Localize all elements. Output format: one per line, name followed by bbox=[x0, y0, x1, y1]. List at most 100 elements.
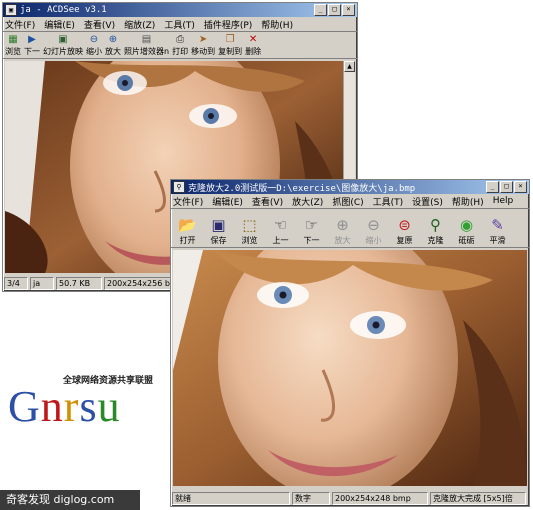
toolbar-button-3[interactable]: ⊖ 缩小 bbox=[86, 33, 102, 57]
menu-item-2[interactable]: 查看(V) bbox=[252, 195, 283, 208]
menu-item-6[interactable]: 帮助(H) bbox=[261, 18, 293, 31]
app-icon: ⚲ bbox=[173, 181, 185, 193]
toolbar-button-10[interactable]: ✎ 平滑 bbox=[483, 216, 512, 246]
menu-item-5[interactable]: 插件程序(P) bbox=[204, 18, 252, 31]
app-icon: ▣ bbox=[5, 4, 17, 16]
menu-item-3[interactable]: 缩放(Z) bbox=[124, 18, 155, 31]
status-field-0: 就绪 bbox=[172, 491, 290, 505]
menu-item-3[interactable]: 放大(Z) bbox=[292, 195, 323, 208]
browse-icon: ⬚ bbox=[242, 216, 257, 234]
menu-item-6[interactable]: 设置(S) bbox=[412, 195, 443, 208]
toolbar-button-8[interactable]: ⚲ 克隆 bbox=[421, 216, 450, 246]
toolbar-button-8[interactable]: ❐ 复制到 bbox=[218, 33, 242, 57]
status-field-3: 克隆放大完成 [5x5]倍 bbox=[430, 491, 526, 505]
logo-letter-4: u bbox=[97, 382, 121, 431]
menu-item-0[interactable]: 文件(F) bbox=[173, 195, 203, 208]
sharpen-icon: ◉ bbox=[459, 216, 474, 234]
logo-wordmark: Gnrsu bbox=[8, 381, 121, 432]
scroll-up-arrow[interactable]: ▲ bbox=[344, 61, 355, 72]
toolbar: ▦ 浏览 ▶ 下一 ▣ 幻灯片放映 ⊖ 缩小 ⊕ 放大 ▤ 照片增效器n ⎙ 打印 ➤ 移动到 ❐ 复制到 ✕ 删除 bbox=[3, 32, 357, 59]
photo-view bbox=[173, 250, 527, 486]
menu-item-1[interactable]: 编辑(E) bbox=[212, 195, 243, 208]
copy-to-icon: ❐ bbox=[225, 33, 235, 45]
toolbar-button-label: 下一 bbox=[24, 47, 40, 56]
toolbar-button-6[interactable]: ⎙ 打印 bbox=[172, 33, 188, 57]
status-field-2: 200x254x248 bmp bbox=[332, 491, 428, 505]
toolbar-button-7[interactable]: ⊜ 复原 bbox=[390, 216, 419, 246]
zoom-out-icon: ⊖ bbox=[367, 216, 380, 234]
toolbar-button-9[interactable]: ◉ 砥砺 bbox=[452, 216, 481, 246]
toolbar-button-2[interactable]: ▣ 幻灯片放映 bbox=[43, 33, 83, 57]
menu-item-7[interactable]: 帮助(H) bbox=[452, 195, 484, 208]
toolbar-button-label: 浏览 bbox=[241, 236, 258, 245]
status-field-1: ja bbox=[30, 276, 54, 290]
previous-icon: ☜ bbox=[273, 216, 288, 234]
logo-letter-2: r bbox=[63, 382, 80, 431]
toolbar-button-label: 照片增效器n bbox=[124, 47, 170, 56]
toolbar-button-label: 缩小 bbox=[86, 47, 102, 56]
logo-letter-0: G bbox=[8, 382, 41, 431]
maximize-button[interactable]: □ bbox=[328, 4, 341, 16]
slideshow-icon: ▣ bbox=[58, 33, 68, 45]
print-icon: ⎙ bbox=[176, 33, 185, 45]
status-field-2: 50.7 KB bbox=[56, 276, 102, 290]
toolbar-button-9[interactable]: ✕ 删除 bbox=[245, 33, 261, 57]
toolbar-button-5[interactable]: ⊕ 放大 bbox=[328, 216, 357, 246]
photo-enhancer-icon: ▤ bbox=[141, 33, 152, 45]
menu-item-2[interactable]: 查看(V) bbox=[84, 18, 115, 31]
toolbar-button-4[interactable]: ⊕ 放大 bbox=[105, 33, 121, 57]
toolbar-button-5[interactable]: ▤ 照片增效器n bbox=[124, 33, 169, 57]
toolbar-button-1[interactable]: ▶ 下一 bbox=[24, 33, 40, 57]
minimize-button[interactable]: _ bbox=[314, 4, 327, 16]
menu-item-1[interactable]: 编辑(E) bbox=[44, 18, 75, 31]
clone-magnifier-icon: ⚲ bbox=[430, 216, 441, 234]
toolbar-button-7[interactable]: ➤ 移动到 bbox=[191, 33, 215, 57]
menu-item-4[interactable]: 抓图(C) bbox=[332, 195, 363, 208]
toolbar-button-0[interactable]: 📂 打开 bbox=[173, 216, 202, 246]
toolbar-button-label: 浏览 bbox=[5, 47, 21, 56]
toolbar-button-1[interactable]: ▣ 保存 bbox=[204, 216, 233, 246]
next-icon: ▶ bbox=[28, 33, 36, 45]
toolbar-button-0[interactable]: ▦ 浏览 bbox=[5, 33, 21, 57]
toolbar-button-label: 上一 bbox=[272, 236, 289, 245]
footer-text: 奇客发现 diglog.com bbox=[6, 493, 115, 506]
toolbar-button-4[interactable]: ☞ 下一 bbox=[297, 216, 326, 246]
toolbar-button-label: 打印 bbox=[172, 47, 189, 56]
toolbar-button-label: 克隆 bbox=[427, 236, 444, 245]
logo-letter-1: n bbox=[40, 382, 64, 431]
window-title: 克隆放大2.0测试版一D:\exercise\图像放大\ja.bmp bbox=[188, 183, 416, 194]
toolbar-button-label: 平滑 bbox=[489, 236, 506, 245]
toolbar-button-3[interactable]: ☜ 上一 bbox=[266, 216, 295, 246]
minimize-button[interactable]: _ bbox=[486, 181, 499, 193]
restore-icon: ⊜ bbox=[398, 216, 411, 234]
clone-magnifier-window: ⚲ 克隆放大2.0测试版一D:\exercise\图像放大\ja.bmp _ □… bbox=[170, 179, 530, 507]
zoom-in-icon: ⊕ bbox=[108, 33, 118, 45]
window-title: ja - ACDSee v3.1 bbox=[20, 5, 107, 15]
menu-item-5[interactable]: 工具(T) bbox=[373, 195, 404, 208]
move-to-icon: ➤ bbox=[198, 33, 208, 45]
menu-bar: 文件(F) 编辑(E) 查看(V) 缩放(Z) 工具(T) 插件程序(P) 帮助(H) bbox=[3, 17, 357, 32]
next-icon: ☞ bbox=[304, 216, 319, 234]
toolbar-button-label: 复制到 bbox=[218, 47, 243, 56]
close-button[interactable]: × bbox=[342, 4, 355, 16]
gnrsu-logo: 全球网络资源共享联盟 Gnrsu bbox=[8, 373, 173, 433]
close-button[interactable]: × bbox=[514, 181, 527, 193]
clone-title-bar[interactable]: ⚲ 克隆放大2.0测试版一D:\exercise\图像放大\ja.bmp _ □… bbox=[171, 180, 529, 194]
menu-item-0[interactable]: 文件(F) bbox=[5, 18, 35, 31]
toolbar-button-label: 缩小 bbox=[365, 236, 382, 245]
menu-item-8[interactable]: Help bbox=[493, 196, 514, 206]
smooth-brush-icon: ✎ bbox=[491, 216, 504, 234]
toolbar-button-label: 移动到 bbox=[191, 47, 216, 56]
toolbar-button-label: 放大 bbox=[334, 236, 351, 245]
toolbar-button-label: 删除 bbox=[245, 47, 262, 56]
toolbar-button-2[interactable]: ⬚ 浏览 bbox=[235, 216, 264, 246]
zoom-out-icon: ⊖ bbox=[89, 33, 99, 45]
status-field-1: 数字 bbox=[292, 491, 330, 505]
maximize-button[interactable]: □ bbox=[500, 181, 513, 193]
menu-item-4[interactable]: 工具(T) bbox=[164, 18, 195, 31]
acdsee-title-bar[interactable]: ▣ ja - ACDSee v3.1 _ □ × bbox=[3, 3, 357, 17]
save-icon: ▣ bbox=[211, 216, 226, 234]
logo-letter-3: s bbox=[79, 382, 98, 431]
toolbar-button-6[interactable]: ⊖ 缩小 bbox=[359, 216, 388, 246]
delete-icon: ✕ bbox=[248, 33, 258, 45]
